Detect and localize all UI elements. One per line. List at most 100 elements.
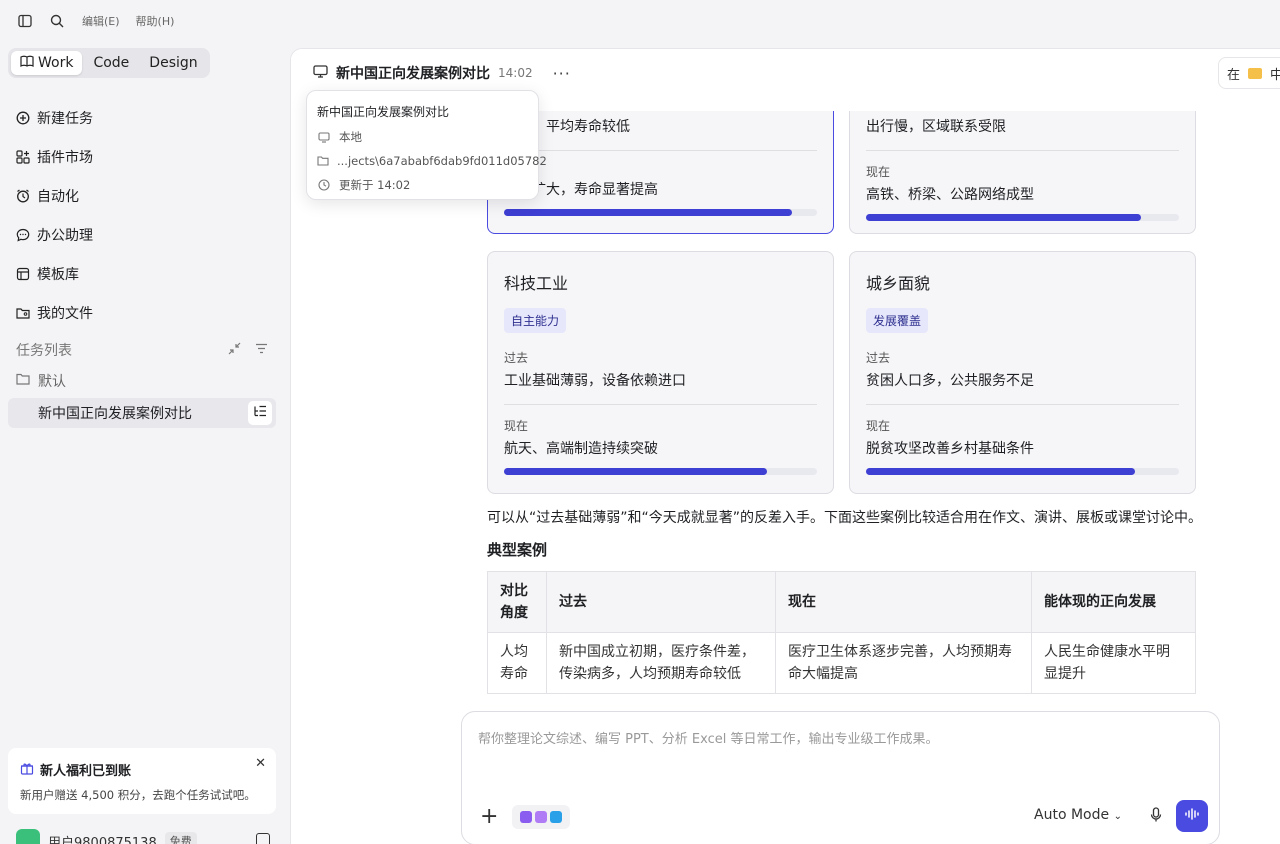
card-now-label: 现在 bbox=[866, 419, 891, 433]
card-now-label: 现在 bbox=[866, 165, 891, 179]
workspace-pill[interactable]: 在 中 bbox=[1218, 57, 1280, 89]
table-cell: 新中国成立初期，医疗条件差，传染病多，人均预期寿命较低 bbox=[546, 632, 776, 694]
progress-fill bbox=[866, 468, 1136, 475]
card-past-label: 过去 bbox=[866, 351, 891, 365]
card-now-value: 高铁、桥梁、公路网络成型 bbox=[866, 187, 1034, 203]
folder-icon bbox=[317, 156, 329, 166]
media-tools[interactable] bbox=[512, 805, 570, 829]
table-header: 过去 bbox=[546, 571, 776, 633]
more-options-icon[interactable]: ··· bbox=[553, 64, 571, 83]
mode-work-label: Work bbox=[38, 55, 74, 71]
table-header-row: 对比角度 过去 现在 能体现的正向发展 bbox=[487, 571, 1196, 633]
user-bar[interactable]: 用户9800875138 免费 bbox=[16, 829, 276, 844]
plus-circle-icon bbox=[16, 111, 30, 125]
table-header: 现在 bbox=[775, 571, 1032, 633]
mode-code-label: Code bbox=[93, 55, 130, 71]
clock-icon bbox=[317, 179, 331, 191]
task-group-default[interactable]: 默认 bbox=[16, 371, 66, 391]
card-now-label: 现在 bbox=[504, 419, 529, 433]
sidebar-item-assistant[interactable]: 办公助理 bbox=[16, 215, 276, 254]
sidebar-item-label: 自动化 bbox=[37, 188, 79, 205]
mode-switcher: Work Code Design bbox=[8, 48, 210, 78]
collapse-icon[interactable] bbox=[228, 342, 241, 359]
title-tooltip: 新中国正向发展案例对比 本地 ...jects\6a7ababf6dab9fd0… bbox=[306, 90, 547, 200]
monitor-icon bbox=[313, 64, 328, 82]
task-item-active[interactable]: 新中国正向发展案例对比 bbox=[8, 398, 276, 428]
card-title: 城乡面貌 bbox=[866, 274, 931, 293]
case-table: 对比角度 过去 现在 能体现的正向发展 人均寿命 新中国成立初期，医疗条件差，传… bbox=[487, 571, 1196, 694]
mode-selector[interactable]: Auto Mode ⌄ bbox=[1034, 807, 1122, 823]
progress-bar bbox=[504, 468, 817, 475]
mode-design-label: Design bbox=[149, 55, 198, 71]
progress-bar bbox=[504, 209, 817, 216]
add-icon[interactable]: + bbox=[480, 804, 498, 829]
chat-bubble-icon bbox=[16, 228, 30, 242]
microphone-icon[interactable] bbox=[1150, 807, 1162, 827]
list-tree-icon bbox=[253, 405, 267, 422]
page-title: 新中国正向发展案例对比 bbox=[336, 66, 490, 82]
progress-bar bbox=[866, 214, 1179, 221]
menu-help[interactable]: 帮助(H) bbox=[136, 13, 175, 29]
mode-code[interactable]: Code bbox=[84, 51, 138, 75]
video-icon bbox=[520, 811, 532, 823]
top-bar: 编辑(E) 帮助(H) bbox=[0, 0, 290, 42]
progress-fill bbox=[866, 214, 1142, 221]
sidebar-item-plugins[interactable]: 插件市场 bbox=[16, 137, 276, 176]
mode-work[interactable]: Work bbox=[11, 51, 83, 75]
folder-icon bbox=[16, 373, 30, 389]
grid-plus-icon bbox=[16, 149, 30, 164]
voice-send-button[interactable] bbox=[1176, 800, 1208, 832]
table-cell: 人均寿命 bbox=[487, 632, 547, 694]
progress-fill bbox=[504, 468, 767, 475]
task-item-label: 新中国正向发展案例对比 bbox=[38, 406, 192, 422]
sidebar-item-templates[interactable]: 模板库 bbox=[16, 254, 276, 293]
folder-user-icon bbox=[16, 306, 30, 320]
workspace-prefix: 在 bbox=[1227, 67, 1241, 83]
progress-bar bbox=[866, 468, 1179, 475]
table-header: 对比角度 bbox=[487, 571, 547, 633]
card-now-value: 保障扩大，寿命显著提高 bbox=[504, 182, 658, 198]
template-icon bbox=[16, 267, 30, 281]
sidebar-item-label: 我的文件 bbox=[37, 305, 93, 322]
tooltip-path: ...jects\6a7ababf6dab9fd011d05782 bbox=[337, 154, 547, 168]
sidebar-item-my-files[interactable]: 我的文件 bbox=[16, 293, 276, 332]
sidebar-item-new-task[interactable]: 新建任务 bbox=[16, 98, 276, 137]
avatar[interactable] bbox=[16, 829, 40, 844]
menu-edit[interactable]: 编辑(E) bbox=[82, 13, 120, 29]
close-icon[interactable]: ✕ bbox=[255, 756, 266, 771]
task-tree-button[interactable] bbox=[248, 401, 272, 425]
composer[interactable]: 帮你整理论文综述、编写 PPT、分析 Excel 等日常工作，输出专业级工作成果… bbox=[461, 711, 1220, 844]
gift-icon bbox=[20, 761, 34, 779]
progress-fill bbox=[504, 209, 792, 216]
sidebar-item-label: 新建任务 bbox=[37, 110, 93, 127]
title-time: 14:02 bbox=[498, 66, 533, 80]
device-icon[interactable] bbox=[256, 833, 270, 844]
card-past-value: 贫困人口多，公共服务不足 bbox=[866, 373, 1034, 389]
composer-input[interactable]: 帮你整理论文综述、编写 PPT、分析 Excel 等日常工作，输出专业级工作成果… bbox=[478, 728, 938, 747]
card-tag: 发展覆盖 bbox=[866, 308, 929, 333]
sidebar-toggle-icon[interactable] bbox=[16, 12, 34, 30]
filter-icon[interactable] bbox=[255, 342, 268, 359]
search-icon[interactable] bbox=[48, 12, 66, 30]
mode-design[interactable]: Design bbox=[140, 51, 206, 75]
sidebar-item-label: 模板库 bbox=[37, 266, 79, 283]
section-title: 典型案例 bbox=[487, 541, 548, 559]
tooltip-updated: 更新于 14:02 bbox=[339, 178, 411, 192]
card-now-value: 脱贫攻坚改善乡村基础条件 bbox=[866, 441, 1034, 457]
tooltip-title: 新中国正向发展案例对比 bbox=[317, 105, 450, 119]
sidebar-nav: 新建任务 插件市场 自动化 办公助理 模板库 我的文件 bbox=[16, 98, 276, 332]
case-card-urban-rural[interactable]: 城乡面貌 发展覆盖 过去 贫困人口多，公共服务不足 现在 脱贫攻坚改善乡村基础条… bbox=[849, 251, 1196, 494]
mode-selector-label: Auto Mode bbox=[1034, 807, 1110, 823]
task-list-title: 任务列表 bbox=[16, 343, 72, 359]
table-header: 能体现的正向发展 bbox=[1031, 571, 1196, 633]
bird-icon bbox=[550, 811, 562, 823]
case-card-tech[interactable]: 科技工业 自主能力 过去 工业基础薄弱，设备依赖进口 现在 航天、高端制造持续突… bbox=[487, 251, 834, 494]
plan-badge: 免费 bbox=[164, 832, 197, 844]
intro-paragraph: 可以从“过去基础薄弱”和“今天成就显著”的反差入手。下面这些案例比较适合用在作文… bbox=[487, 510, 1203, 526]
card-past-value: 少药，平均寿命较低 bbox=[504, 119, 630, 135]
image-icon bbox=[535, 811, 547, 823]
sidebar-item-automation[interactable]: 自动化 bbox=[16, 176, 276, 215]
card-now-value: 航天、高端制造持续突破 bbox=[504, 441, 658, 457]
book-icon bbox=[20, 55, 34, 71]
sidebar-item-label: 办公助理 bbox=[37, 227, 93, 244]
